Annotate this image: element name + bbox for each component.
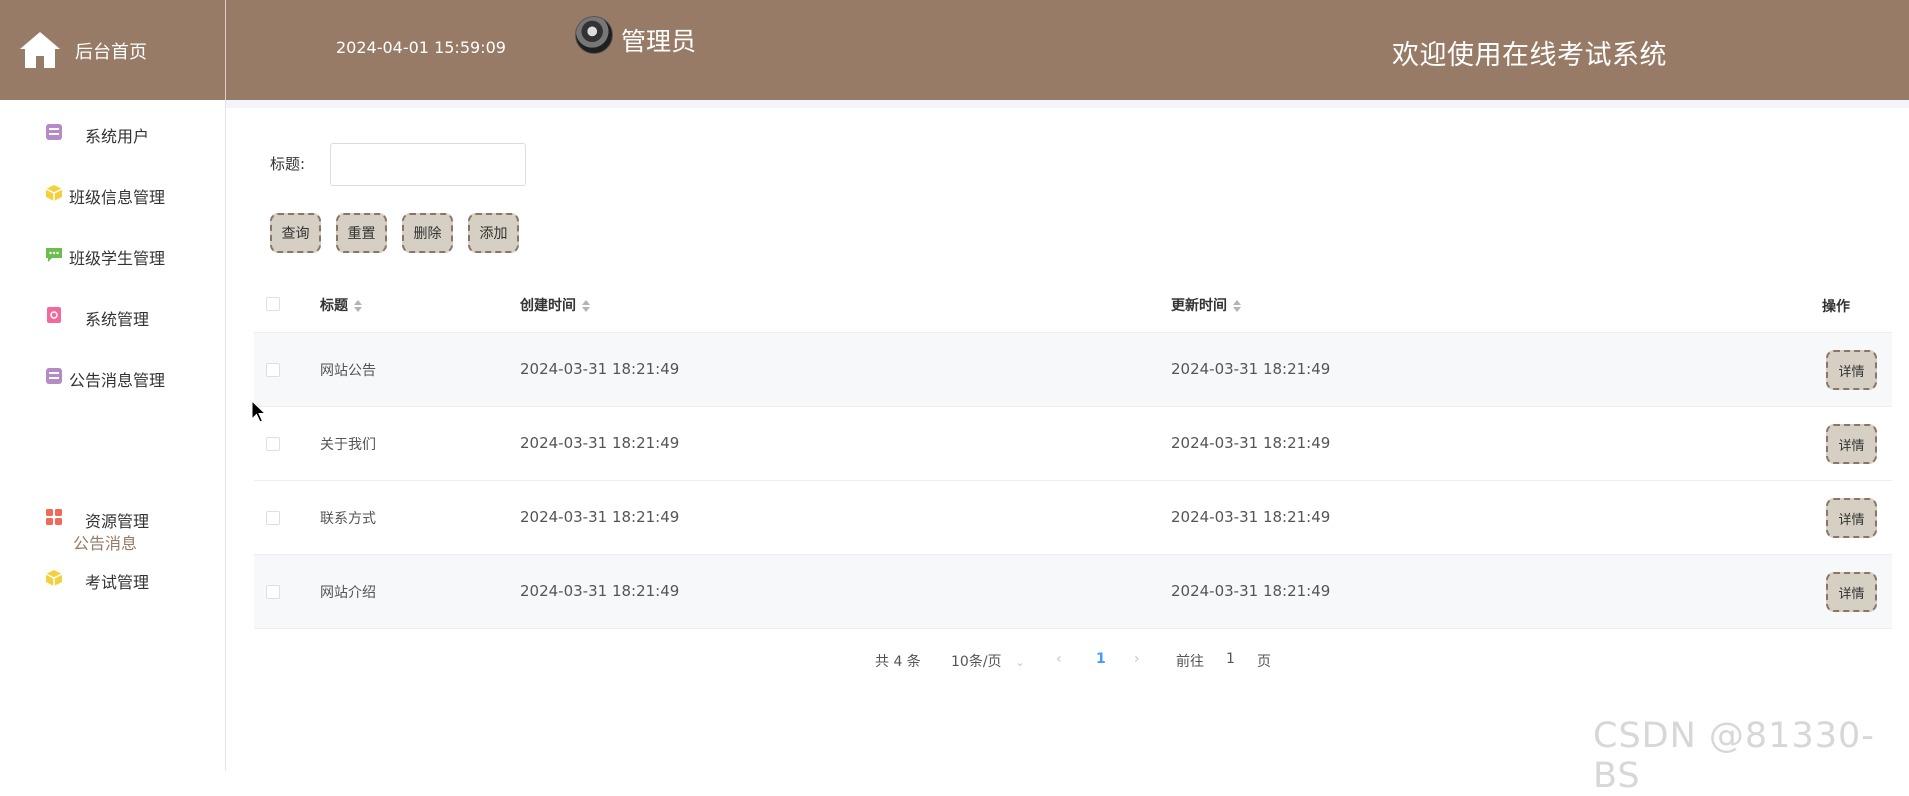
sidebar-item-label: 考试管理: [85, 573, 150, 592]
cell-title: 网站介绍: [320, 585, 376, 601]
sidebar-item-system-users[interactable]: 系统用户: [0, 113, 225, 153]
goto-suffix: 页: [1257, 654, 1271, 670]
cell-title: 关于我们: [320, 437, 376, 453]
grid-icon: [46, 509, 62, 525]
message-icon: [46, 248, 62, 262]
welcome-title: 欢迎使用在线考试系统: [1392, 40, 1667, 71]
pagination-total: 共 4 条: [875, 654, 921, 670]
sort-icon[interactable]: [582, 300, 590, 312]
sidebar-item-exam-management[interactable]: 考试管理: [0, 559, 225, 599]
delete-button[interactable]: 删除: [402, 213, 453, 253]
cell-created: 2024-03-31 18:21:49: [520, 434, 680, 452]
sidebar-item-class-students[interactable]: 班级学生管理: [0, 235, 225, 275]
table-header: 标题 创建时间 更新时间 操作: [254, 275, 1892, 333]
goto-page-input[interactable]: 1: [1226, 651, 1235, 667]
column-header-updated[interactable]: 更新时间: [1171, 295, 1241, 315]
sidebar-item-label: 公告消息管理: [69, 371, 166, 390]
cube-icon: [45, 570, 63, 586]
select-all-checkbox[interactable]: [266, 297, 280, 311]
sidebar-item-label: 系统用户: [85, 127, 150, 146]
settings-card-icon: [47, 307, 61, 323]
current-datetime: 2024-04-01 15:59:09: [336, 38, 506, 57]
query-button[interactable]: 查询: [270, 213, 321, 253]
goto-prefix: 前往: [1176, 654, 1204, 670]
sidebar-item-system-management[interactable]: 系统管理: [0, 296, 225, 336]
row-checkbox[interactable]: [266, 363, 280, 377]
watermark: CSDN @81330-BS: [1593, 716, 1875, 796]
cell-created: 2024-03-31 18:21:49: [520, 360, 680, 378]
next-page-icon[interactable]: ›: [1134, 651, 1140, 667]
reset-button[interactable]: 重置: [336, 213, 387, 253]
page-number-current[interactable]: 1: [1096, 651, 1106, 667]
archive-icon: [46, 368, 62, 384]
cube-icon: [45, 185, 63, 201]
page-size-select[interactable]: 10条/页 ⌄: [951, 651, 1025, 671]
cell-title: 网站公告: [320, 363, 376, 379]
sidebar: 系统用户 班级信息管理 班级学生管理 系统管理 公告消息管理 公告消息 资源管理: [0, 100, 226, 770]
top-header: 后台首页 2024-04-01 15:59:09 管理员 欢迎使用在线考试系统: [0, 0, 1909, 100]
avatar[interactable]: [575, 16, 613, 54]
cell-updated: 2024-03-31 18:21:49: [1171, 508, 1331, 526]
cell-updated: 2024-03-31 18:21:49: [1171, 582, 1331, 600]
column-header-label: 标题: [320, 298, 348, 314]
content-top-strip: [226, 100, 1909, 108]
title-search-input[interactable]: [330, 143, 526, 186]
detail-button[interactable]: 详情: [1826, 498, 1877, 538]
archive-icon: [46, 124, 62, 140]
title-field-label: 标题:: [270, 155, 306, 173]
sidebar-item-resource-management[interactable]: 资源管理: [0, 498, 225, 538]
column-header-actions: 操作: [1822, 299, 1850, 315]
detail-button[interactable]: 详情: [1826, 572, 1877, 612]
table-row: 网站介绍 2024-03-31 18:21:49 2024-03-31 18:2…: [254, 555, 1892, 629]
table-row: 联系方式 2024-03-31 18:21:49 2024-03-31 18:2…: [254, 481, 1892, 555]
sidebar-item-label: 班级学生管理: [69, 249, 166, 268]
chevron-down-icon: ⌄: [1015, 656, 1025, 669]
admin-name[interactable]: 管理员: [621, 22, 696, 58]
table-row: 网站公告 2024-03-31 18:21:49 2024-03-31 18:2…: [254, 333, 1892, 407]
prev-page-icon[interactable]: ‹: [1056, 651, 1062, 667]
table-row: 关于我们 2024-03-31 18:21:49 2024-03-31 18:2…: [254, 407, 1892, 481]
sidebar-item-label: 系统管理: [85, 310, 150, 329]
cell-created: 2024-03-31 18:21:49: [520, 508, 680, 526]
detail-button[interactable]: 详情: [1826, 424, 1877, 464]
column-header-label: 更新时间: [1171, 298, 1227, 314]
column-header-title[interactable]: 标题: [320, 295, 362, 315]
home-icon: [20, 32, 60, 68]
cell-updated: 2024-03-31 18:21:49: [1171, 360, 1331, 378]
column-header-label: 创建时间: [520, 298, 576, 314]
row-checkbox[interactable]: [266, 437, 280, 451]
detail-button[interactable]: 详情: [1826, 350, 1877, 390]
cell-title: 联系方式: [320, 511, 376, 527]
sort-icon[interactable]: [354, 300, 362, 312]
add-button[interactable]: 添加: [468, 213, 519, 253]
row-checkbox[interactable]: [266, 511, 280, 525]
cell-updated: 2024-03-31 18:21:49: [1171, 434, 1331, 452]
row-checkbox[interactable]: [266, 585, 280, 599]
column-header-created[interactable]: 创建时间: [520, 295, 590, 315]
mouse-cursor-icon: [251, 400, 267, 423]
home-label: 后台首页: [75, 42, 147, 63]
home-link[interactable]: 后台首页: [0, 0, 226, 100]
sidebar-item-announcement-management[interactable]: 公告消息管理: [0, 357, 225, 397]
cell-created: 2024-03-31 18:21:49: [520, 582, 680, 600]
sidebar-item-label: 资源管理: [85, 512, 150, 531]
sidebar-item-label: 班级信息管理: [69, 188, 166, 207]
sort-icon[interactable]: [1233, 300, 1241, 312]
sidebar-item-class-info[interactable]: 班级信息管理: [0, 174, 225, 214]
page-size-value: 10条/页: [951, 654, 1002, 670]
